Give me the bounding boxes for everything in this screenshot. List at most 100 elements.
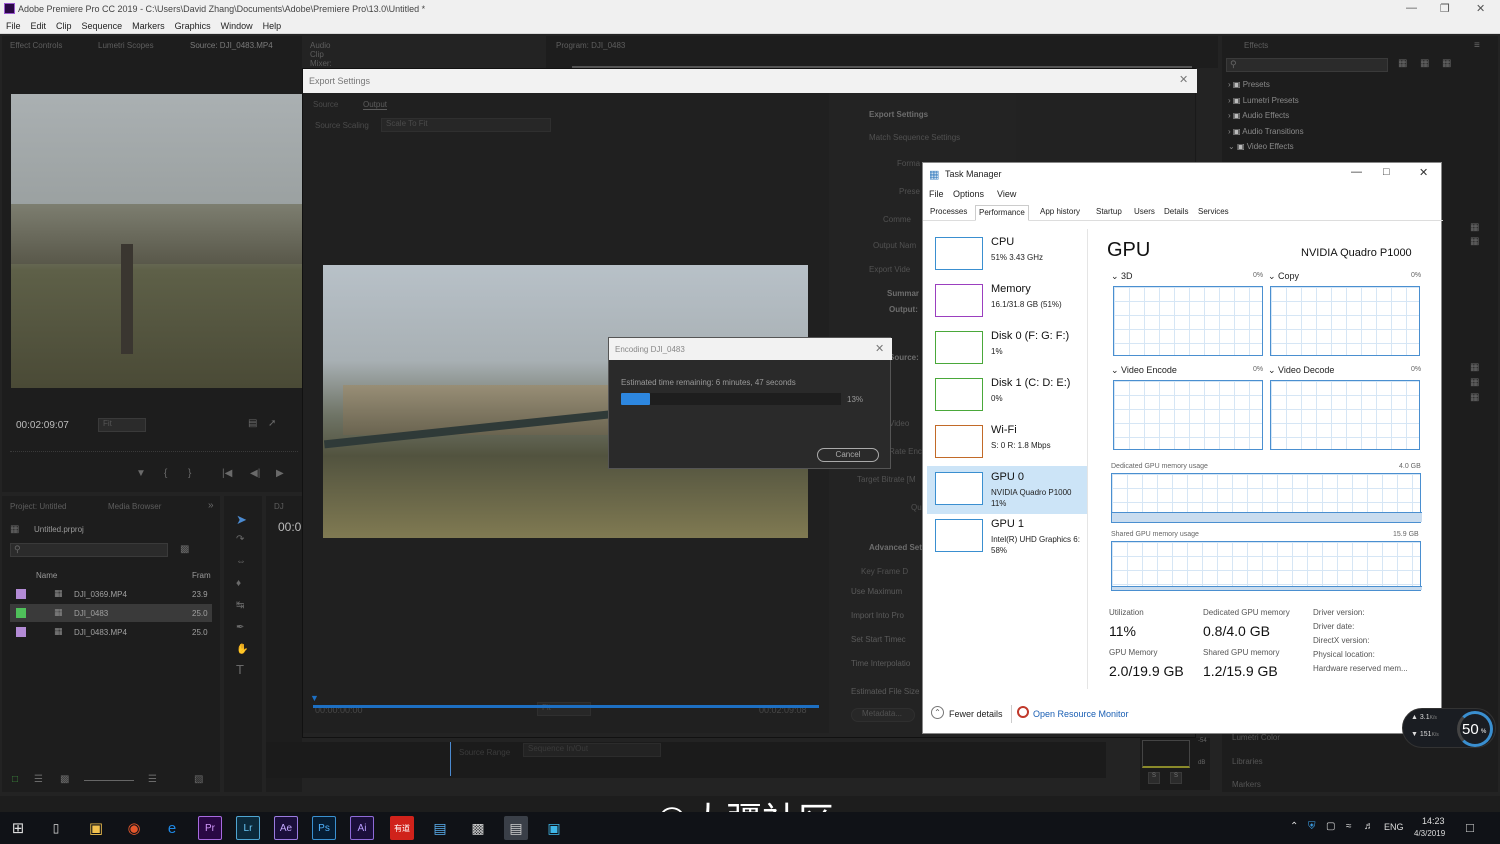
tm-side-item[interactable]: GPU 0 NVIDIA Quadro P1000 11% xyxy=(927,466,1087,514)
solo-button[interactable]: S xyxy=(1148,772,1160,784)
engine-video-encode-label[interactable]: ⌄ Video Encode xyxy=(1111,365,1177,376)
tm-tab[interactable]: App history xyxy=(1037,205,1083,221)
timeline-track-area[interactable] xyxy=(266,742,1106,778)
cancel-button[interactable]: Cancel xyxy=(817,448,879,462)
menu-clip[interactable]: Clip xyxy=(56,21,72,31)
close-icon[interactable]: ✕ xyxy=(1476,2,1485,15)
app-window-icon[interactable]: ▤ xyxy=(428,816,452,840)
razor-tool-icon[interactable]: ♦ xyxy=(236,578,241,589)
tab-project[interactable]: Project: Untitled xyxy=(10,502,66,511)
zoom-slider[interactable] xyxy=(84,780,134,781)
export-frame-icon[interactable]: ▤ xyxy=(248,418,257,429)
chrome-icon[interactable]: ◉ xyxy=(122,816,146,840)
effects-menu-icon[interactable]: ≡ xyxy=(1474,40,1480,51)
volume-icon[interactable]: ♬ xyxy=(1364,821,1374,832)
tab-lumetri-scopes[interactable]: Lumetri Scopes xyxy=(98,41,154,50)
sort-icon[interactable]: ☰ xyxy=(148,774,157,785)
after-effects-taskbar-icon[interactable]: Ae xyxy=(274,816,298,840)
add-marker-icon[interactable]: ▼ xyxy=(136,468,146,479)
effects-folder[interactable]: › ▣ Presets xyxy=(1228,80,1488,94)
label-color-swatch[interactable] xyxy=(16,608,26,618)
icon-view-icon[interactable]: ▩ xyxy=(60,774,69,785)
tray-app-icon[interactable]: ▢ xyxy=(1326,821,1335,832)
network-widget[interactable]: ▲ 3.1K/s ▼ 151K/s 50 % xyxy=(1402,708,1496,748)
language-indicator[interactable]: ENG xyxy=(1384,822,1404,832)
menu-graphics[interactable]: Graphics xyxy=(175,21,211,31)
tm-side-item[interactable]: GPU 1 Intel(R) UHD Graphics 6: 58% xyxy=(927,513,1087,561)
tab-source[interactable]: Source: DJI_0483.MP4 xyxy=(190,41,273,50)
menu-window[interactable]: Window xyxy=(221,21,253,31)
source-range-select[interactable]: Sequence In/Out xyxy=(523,743,661,757)
engine-video-decode-label[interactable]: ⌄ Video Decode xyxy=(1268,365,1334,376)
settings-icon[interactable]: ➚ xyxy=(268,418,276,429)
source-scaling-select[interactable]: Scale To Fit xyxy=(381,118,551,132)
tm-tab[interactable]: Details xyxy=(1161,205,1191,221)
tm-menu-options[interactable]: Options xyxy=(953,189,984,199)
tm-maximize-icon[interactable]: □ xyxy=(1383,166,1390,178)
effects-search-input[interactable]: ⚲ xyxy=(1226,58,1388,72)
app-device-icon[interactable]: ▩ xyxy=(466,816,490,840)
column-name[interactable]: Name xyxy=(36,571,57,580)
app-monitor-icon[interactable]: ▣ xyxy=(542,816,566,840)
tab-media-browser[interactable]: Media Browser xyxy=(108,502,161,511)
open-resource-monitor-link[interactable]: Open Resource Monitor xyxy=(1033,709,1129,719)
tab-effect-controls[interactable]: Effect Controls xyxy=(10,41,62,50)
tm-side-item[interactable]: Memory 16.1/31.8 GB (51%) xyxy=(927,278,1087,326)
step-back-icon[interactable]: ◀| xyxy=(250,468,260,479)
app-active-icon[interactable]: ▤ xyxy=(504,816,528,840)
windows-start-icon[interactable]: ⊞ xyxy=(6,816,30,840)
type-tool-icon[interactable]: T xyxy=(236,662,244,677)
ripple-edit-icon[interactable]: ⇔ xyxy=(236,556,246,567)
tm-side-item[interactable]: CPU 51% 3.43 GHz xyxy=(927,231,1087,279)
source-ruler[interactable] xyxy=(10,444,298,452)
menu-edit[interactable]: Edit xyxy=(31,21,47,31)
project-item-row[interactable]: ▦ DJI_0483 25.0 xyxy=(10,604,212,622)
tm-tab[interactable]: Users xyxy=(1131,205,1158,221)
free-form-icon[interactable]: ▧ xyxy=(194,774,203,785)
engine-3d-label[interactable]: ⌄ 3D xyxy=(1111,271,1133,282)
solo-button[interactable]: S xyxy=(1170,772,1182,784)
effects-folder[interactable]: › ▣ Audio Transitions xyxy=(1228,127,1488,141)
metadata-button[interactable]: Metadata... xyxy=(851,708,915,722)
export-playhead-icon[interactable]: ▼ xyxy=(310,693,319,703)
project-item-row[interactable]: ▦ DJI_0369.MP4 23.9 xyxy=(10,585,212,603)
key-frame-checkbox[interactable]: Key Frame D xyxy=(861,567,908,576)
encoding-close-icon[interactable]: ✕ xyxy=(875,342,884,355)
export-timeline-bar[interactable] xyxy=(313,705,819,708)
menu-markers[interactable]: Markers xyxy=(132,21,165,31)
panel-overflow-icon[interactable]: » xyxy=(208,500,214,511)
tm-tab[interactable]: Processes xyxy=(927,205,970,221)
use-max-checkbox[interactable]: Use Maximum xyxy=(851,587,902,596)
mark-in-icon[interactable]: { xyxy=(164,468,167,479)
media-encoder-taskbar-icon[interactable]: Ai xyxy=(350,816,374,840)
video-tab[interactable]: Video xyxy=(889,419,909,428)
playhead[interactable] xyxy=(450,742,451,776)
photoshop-taskbar-icon[interactable]: Ps xyxy=(312,816,336,840)
minimize-icon[interactable]: — xyxy=(1406,2,1417,14)
column-frame-rate[interactable]: Fram xyxy=(192,571,211,580)
tm-menu-file[interactable]: File xyxy=(929,189,944,199)
tm-side-item[interactable]: Wi-Fi S: 0 R: 1.8 Mbps xyxy=(927,419,1087,467)
import-into-checkbox[interactable]: Import Into Pro xyxy=(851,611,904,620)
timeline-tab[interactable]: DJ xyxy=(274,502,284,511)
menu-file[interactable]: File xyxy=(6,21,21,31)
tab-effects[interactable]: Effects xyxy=(1244,41,1268,50)
mark-out-icon[interactable]: } xyxy=(188,468,191,479)
defender-icon[interactable]: ⛨ xyxy=(1308,821,1316,832)
fewer-details-link[interactable]: Fewer details xyxy=(949,709,1003,719)
32bit-icon[interactable]: ▦ xyxy=(1420,58,1429,69)
menu-sequence[interactable]: Sequence xyxy=(82,21,123,31)
menu-help[interactable]: Help xyxy=(263,21,282,31)
maximize-icon[interactable]: ❐ xyxy=(1440,2,1450,15)
go-to-in-icon[interactable]: |◀ xyxy=(222,468,232,479)
project-search-input[interactable]: ⚲ xyxy=(10,543,168,557)
engine-copy-label[interactable]: ⌄ Copy xyxy=(1268,271,1299,282)
new-bin-icon[interactable]: ▩ xyxy=(180,544,189,555)
tm-menu-view[interactable]: View xyxy=(997,189,1016,199)
track-select-icon[interactable]: ↷ xyxy=(236,534,244,545)
edge-icon[interactable]: e xyxy=(160,816,184,840)
effects-folder[interactable]: › ▣ Lumetri Presets xyxy=(1228,96,1488,110)
lightroom-taskbar-icon[interactable]: Lr xyxy=(236,816,260,840)
notification-icon[interactable]: □ xyxy=(1466,820,1474,835)
export-close-icon[interactable]: ✕ xyxy=(1179,73,1188,86)
